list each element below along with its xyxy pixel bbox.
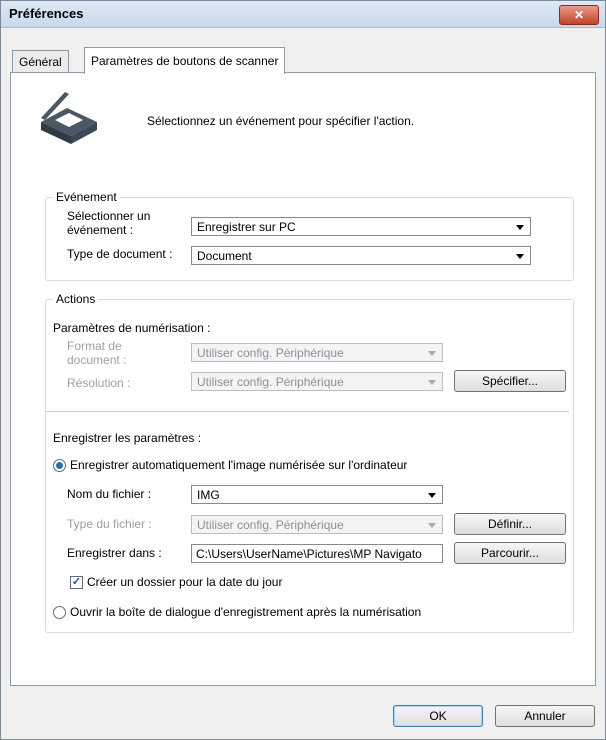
file-type-label: Type du fichier : xyxy=(67,517,152,531)
open-dialog-radio[interactable] xyxy=(53,606,66,619)
close-icon: ✕ xyxy=(573,8,585,22)
event-group-legend: Evénement xyxy=(53,190,120,204)
resolution-label: Résolution : xyxy=(67,376,131,390)
chevron-down-icon xyxy=(516,254,524,259)
create-folder-label[interactable]: Créer un dossier pour la date du jour xyxy=(87,575,282,589)
intro-text: Sélectionnez un événement pour spécifier… xyxy=(147,114,415,128)
file-name-label: Nom du fichier : xyxy=(67,487,152,501)
chevron-down-icon xyxy=(428,380,436,385)
create-folder-checkbox[interactable]: ✓ xyxy=(70,576,83,589)
document-type-dropdown[interactable]: Document xyxy=(191,246,531,265)
select-event-label-line1: Sélectionner un xyxy=(67,209,151,223)
actions-group-legend: Actions xyxy=(53,292,99,306)
select-event-label-line2: événement : xyxy=(67,223,134,237)
chevron-down-icon xyxy=(516,225,524,230)
resolution-value: Utiliser config. Périphérique xyxy=(197,375,344,389)
title-bar: Préférences ✕ xyxy=(1,1,605,28)
resolution-dropdown[interactable]: Utiliser config. Périphérique xyxy=(191,372,443,391)
specify-button[interactable]: Spécifier... xyxy=(454,370,566,392)
tab-general[interactable]: Général xyxy=(12,50,69,73)
document-size-label-line1: Format de xyxy=(67,339,122,353)
close-button[interactable]: ✕ xyxy=(559,5,599,25)
chevron-down-icon xyxy=(428,351,436,356)
save-in-value: C:\Users\UserName\Pictures\MP Navigato xyxy=(196,547,422,561)
tab-scanner-buttons-label: Paramètres de boutons de scanner xyxy=(91,54,279,68)
open-dialog-radio-label[interactable]: Ouvrir la boîte de dialogue d'enregistre… xyxy=(70,605,421,619)
cancel-button[interactable]: Annuler xyxy=(495,705,595,727)
scan-settings-heading: Paramètres de numérisation : xyxy=(53,321,211,335)
document-size-dropdown[interactable]: Utiliser config. Périphérique xyxy=(191,343,443,362)
save-in-field[interactable]: C:\Users\UserName\Pictures\MP Navigato xyxy=(191,544,443,563)
auto-save-radio-label[interactable]: Enregistrer automatiquement l'image numé… xyxy=(70,458,407,472)
preferences-dialog: Préférences ✕ Général Paramètres de bout… xyxy=(0,0,606,740)
save-settings-heading: Enregistrer les paramètres : xyxy=(53,431,202,445)
document-type-value: Document xyxy=(197,249,252,263)
ok-button-label: OK xyxy=(429,709,447,723)
specify-button-label: Spécifier... xyxy=(481,374,539,388)
browse-button-label: Parcourir... xyxy=(480,546,540,560)
select-event-dropdown[interactable]: Enregistrer sur PC xyxy=(191,217,531,236)
document-size-label-line2: document : xyxy=(67,353,127,367)
tab-general-label: Général xyxy=(19,55,62,69)
actions-separator xyxy=(46,411,569,412)
document-type-label: Type de document : xyxy=(67,247,173,261)
document-size-value: Utiliser config. Périphérique xyxy=(197,346,344,360)
chevron-down-icon xyxy=(428,523,436,528)
scanner-icon xyxy=(41,92,97,144)
window-title: Préférences xyxy=(9,6,84,21)
ok-button[interactable]: OK xyxy=(393,705,483,727)
define-button[interactable]: Définir... xyxy=(454,513,566,535)
cancel-button-label: Annuler xyxy=(524,709,566,723)
file-name-combobox[interactable]: IMG xyxy=(191,485,443,504)
define-button-label: Définir... xyxy=(487,517,532,531)
file-name-value: IMG xyxy=(197,488,220,502)
save-in-label: Enregistrer dans : xyxy=(67,546,162,560)
tab-scanner-buttons[interactable]: Paramètres de boutons de scanner xyxy=(84,47,286,74)
auto-save-radio[interactable] xyxy=(53,459,66,472)
chevron-down-icon xyxy=(428,493,436,498)
browse-button[interactable]: Parcourir... xyxy=(454,542,566,564)
file-type-dropdown[interactable]: Utiliser config. Périphérique xyxy=(191,515,443,534)
select-event-value: Enregistrer sur PC xyxy=(197,220,296,234)
file-type-value: Utiliser config. Périphérique xyxy=(197,518,344,532)
